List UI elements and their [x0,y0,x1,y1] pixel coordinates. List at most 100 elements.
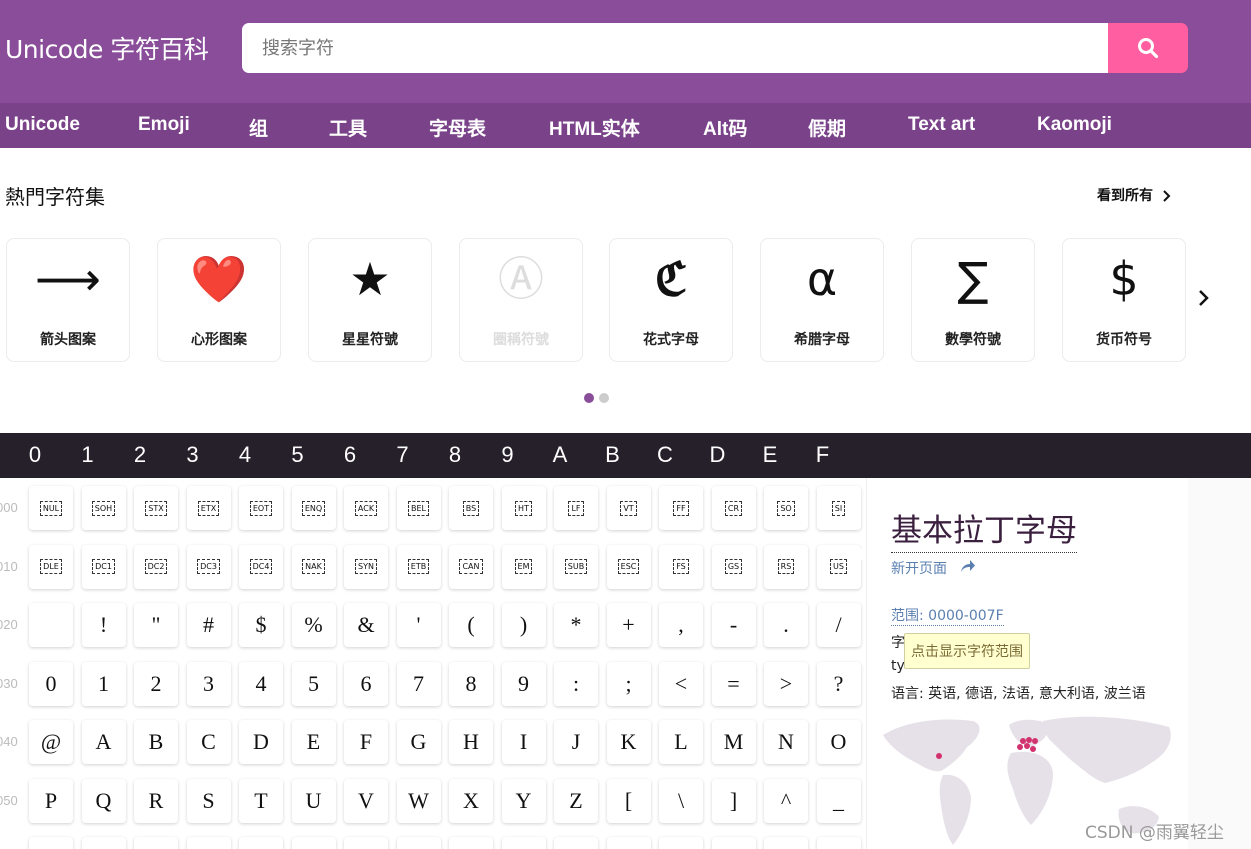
char-cell[interactable]: ! [81,603,126,647]
char-cell[interactable]: T [239,778,283,823]
share-icon[interactable] [960,559,976,573]
char-cell[interactable]: CAN [449,544,493,589]
char-cell[interactable]: ACK [344,486,388,530]
nav-text-art[interactable]: Text art [908,114,975,136]
char-cell[interactable]: D [239,720,283,764]
char-cell[interactable]: ' [396,603,441,647]
nav-holidays[interactable]: 假期 [808,114,846,141]
char-cell[interactable] [396,837,441,849]
char-cell[interactable]: NUL [29,486,73,530]
char-cell[interactable]: DC3 [186,544,231,589]
search-box[interactable] [242,23,1109,73]
char-cell[interactable] [291,837,336,849]
char-cell[interactable]: G [396,720,441,764]
char-cell[interactable]: _ [816,778,861,823]
char-cell[interactable]: ( [449,603,493,647]
char-cell[interactable]: CR [711,486,756,530]
char-cell[interactable]: \ [659,778,703,823]
char-cell[interactable]: 4 [239,661,283,706]
card-stars[interactable]: ★ 星星符號 [308,238,432,362]
char-cell[interactable]: LF [554,486,598,530]
open-new-page-link[interactable]: 新开页面 [891,558,947,578]
char-cell[interactable]: VT [606,486,651,530]
char-cell[interactable]: ETX [186,486,231,530]
char-cell[interactable]: 7 [396,661,441,706]
char-cell[interactable]: < [659,661,703,706]
char-cell[interactable]: Z [554,778,598,823]
char-cell[interactable] [449,837,493,849]
search-button[interactable] [1108,23,1188,73]
char-cell[interactable]: % [291,603,336,647]
search-input[interactable] [242,23,1109,73]
char-cell[interactable]: P [29,778,73,823]
range-link[interactable]: 范围: 0000-007F [891,605,1004,626]
nav-groups[interactable]: 组 [249,114,268,141]
char-cell[interactable]: ETB [396,544,441,589]
nav-tools[interactable]: 工具 [329,114,367,141]
char-cell[interactable]: RS [764,544,808,589]
card-arrows[interactable]: ⟶ 箭头图案 [6,238,130,362]
char-cell[interactable]: 2 [134,661,178,706]
char-cell[interactable]: SOH [81,486,126,530]
char-cell[interactable]: B [134,720,178,764]
char-cell[interactable]: [ [606,778,651,823]
char-cell[interactable]: @ [29,720,73,764]
char-cell[interactable] [659,837,703,849]
char-cell[interactable]: ESC [606,544,651,589]
char-cell[interactable]: : [554,661,598,706]
char-cell[interactable]: . [764,603,808,647]
char-cell[interactable]: , [659,603,703,647]
char-cell[interactable]: EM [501,544,546,589]
nav-alphabets[interactable]: 字母表 [429,114,486,141]
char-cell[interactable] [711,837,756,849]
char-cell[interactable] [501,837,546,849]
char-cell[interactable]: ENQ [291,486,336,530]
char-cell[interactable]: L [659,720,703,764]
char-cell[interactable]: E [291,720,336,764]
char-cell[interactable]: BEL [396,486,441,530]
char-cell[interactable] [554,837,598,849]
card-fancy-letters[interactable]: ℭ 花式字母 [609,238,733,362]
carousel-dot-active[interactable] [584,393,594,403]
char-cell[interactable]: 3 [186,661,231,706]
see-all-link[interactable]: 看到所有 [1097,185,1172,205]
char-cell[interactable]: V [344,778,388,823]
char-cell[interactable]: - [711,603,756,647]
char-cell[interactable]: N [764,720,808,764]
char-cell[interactable]: S [186,778,231,823]
carousel-next-icon[interactable] [1195,287,1213,309]
char-cell[interactable]: W [396,778,441,823]
char-cell[interactable]: & [344,603,388,647]
char-cell[interactable]: F [344,720,388,764]
char-cell[interactable]: M [711,720,756,764]
char-cell[interactable] [239,837,283,849]
char-cell[interactable]: EOT [239,486,283,530]
char-cell[interactable]: 8 [449,661,493,706]
nav-html-entities[interactable]: HTML实体 [549,114,640,141]
char-cell[interactable] [344,837,388,849]
char-cell[interactable]: DLE [29,544,73,589]
char-cell[interactable]: ] [711,778,756,823]
char-cell[interactable]: US [816,544,861,589]
char-cell[interactable]: DC1 [81,544,126,589]
nav-emoji[interactable]: Emoji [138,114,190,136]
char-cell[interactable]: 9 [501,661,546,706]
char-cell[interactable]: GS [711,544,756,589]
char-cell[interactable]: 0 [29,661,73,706]
char-cell[interactable]: + [606,603,651,647]
char-cell[interactable]: X [449,778,493,823]
nav-alt-codes[interactable]: Alt码 [703,114,747,141]
card-greek[interactable]: α 希腊字母 [760,238,884,362]
char-cell[interactable]: ? [816,661,861,706]
char-cell[interactable]: / [816,603,861,647]
nav-unicode[interactable]: Unicode [5,114,80,136]
site-logo[interactable]: Unicode 字符百科 [5,30,209,66]
char-cell[interactable]: $ [239,603,283,647]
char-cell[interactable]: U [291,778,336,823]
char-cell[interactable]: SO [764,486,808,530]
char-cell[interactable]: FF [659,486,703,530]
char-cell[interactable]: ) [501,603,546,647]
char-cell[interactable]: A [81,720,126,764]
char-cell[interactable]: FS [659,544,703,589]
char-cell[interactable] [186,837,231,849]
